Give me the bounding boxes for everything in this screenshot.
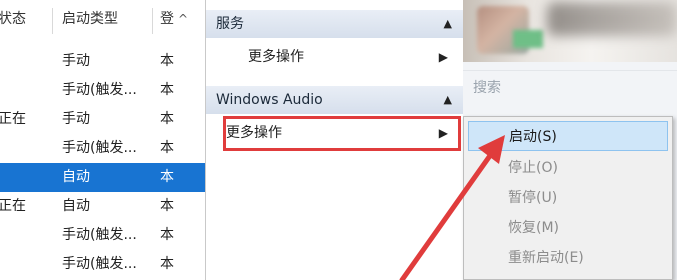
startup-type-cell: 手动 [62, 111, 90, 127]
status-cell: 正在 [0, 111, 26, 127]
menu-item-restart[interactable]: 重新启动(E) [464, 243, 672, 273]
table-row[interactable]: 正在 自动 本 [0, 192, 205, 221]
status-cell: 正在 [0, 198, 26, 214]
blurred-badge [513, 30, 543, 48]
menu-item-pause[interactable]: 暂停(U) [464, 183, 672, 213]
logon-cell: 本 [160, 198, 174, 214]
search-input[interactable]: 搜索 [463, 70, 677, 104]
column-header-status[interactable]: 状态 [0, 0, 26, 38]
table-row-selected[interactable]: 自动 本 [0, 163, 205, 192]
menu-item-resume[interactable]: 恢复(M) [464, 213, 672, 243]
startup-type-cell: 手动 [62, 53, 90, 69]
table-row[interactable]: 正在 手动 本 [0, 105, 205, 134]
startup-type-cell: 手动(触发... [62, 140, 137, 156]
action-label: 更多操作 [248, 49, 304, 65]
logon-cell: 本 [160, 227, 174, 243]
table-row[interactable]: 手动(触发... 本 [0, 76, 205, 105]
section-title: Windows Audio [216, 92, 323, 108]
blurred-title [547, 2, 677, 36]
column-header-logon[interactable]: 登 [160, 0, 174, 38]
logon-cell: 本 [160, 53, 174, 69]
collapse-icon[interactable]: ▲ [444, 10, 452, 38]
column-separator[interactable] [52, 8, 53, 34]
table-row[interactable]: 手动(触发... 本 [0, 250, 205, 279]
sort-ascending-icon[interactable]: ^ [178, 12, 188, 26]
table-row[interactable]: 手动(触发... 本 [0, 221, 205, 250]
column-header-startup-type[interactable]: 启动类型 [62, 0, 118, 38]
logon-cell: 本 [160, 111, 174, 127]
annotation-highlight-box [223, 116, 461, 151]
more-actions-item[interactable]: 更多操作 ▶ [206, 42, 464, 72]
startup-type-cell: 自动 [62, 198, 90, 214]
logon-cell: 本 [160, 140, 174, 156]
context-menu: 启动(S) 停止(O) 暂停(U) 恢复(M) 重新启动(E) [463, 116, 673, 280]
startup-type-cell: 手动(触发... [62, 227, 137, 243]
startup-type-cell: 手动(触发... [62, 82, 137, 98]
table-row[interactable]: 手动 本 [0, 47, 205, 76]
menu-item-start[interactable]: 启动(S) [468, 121, 668, 151]
services-list: 状态 启动类型 登 ^ 手动 本 手动(触发... 本 正在 手动 本 手动(触… [0, 0, 205, 280]
section-header-windows-audio[interactable]: Windows Audio ▲ [206, 86, 464, 114]
section-header-services[interactable]: 服务 ▲ [206, 10, 464, 38]
table-row[interactable]: 手动(触发... 本 [0, 134, 205, 163]
logon-cell: 本 [160, 82, 174, 98]
collapse-icon[interactable]: ▲ [444, 86, 452, 114]
logon-cell: 本 [160, 169, 174, 185]
logon-cell: 本 [160, 256, 174, 272]
column-separator[interactable] [152, 8, 153, 34]
startup-type-cell: 手动(触发... [62, 256, 137, 272]
startup-type-cell: 自动 [62, 169, 90, 185]
submenu-arrow-icon: ▶ [438, 50, 448, 64]
menu-item-stop[interactable]: 停止(O) [464, 153, 672, 183]
section-title: 服务 [216, 16, 244, 32]
